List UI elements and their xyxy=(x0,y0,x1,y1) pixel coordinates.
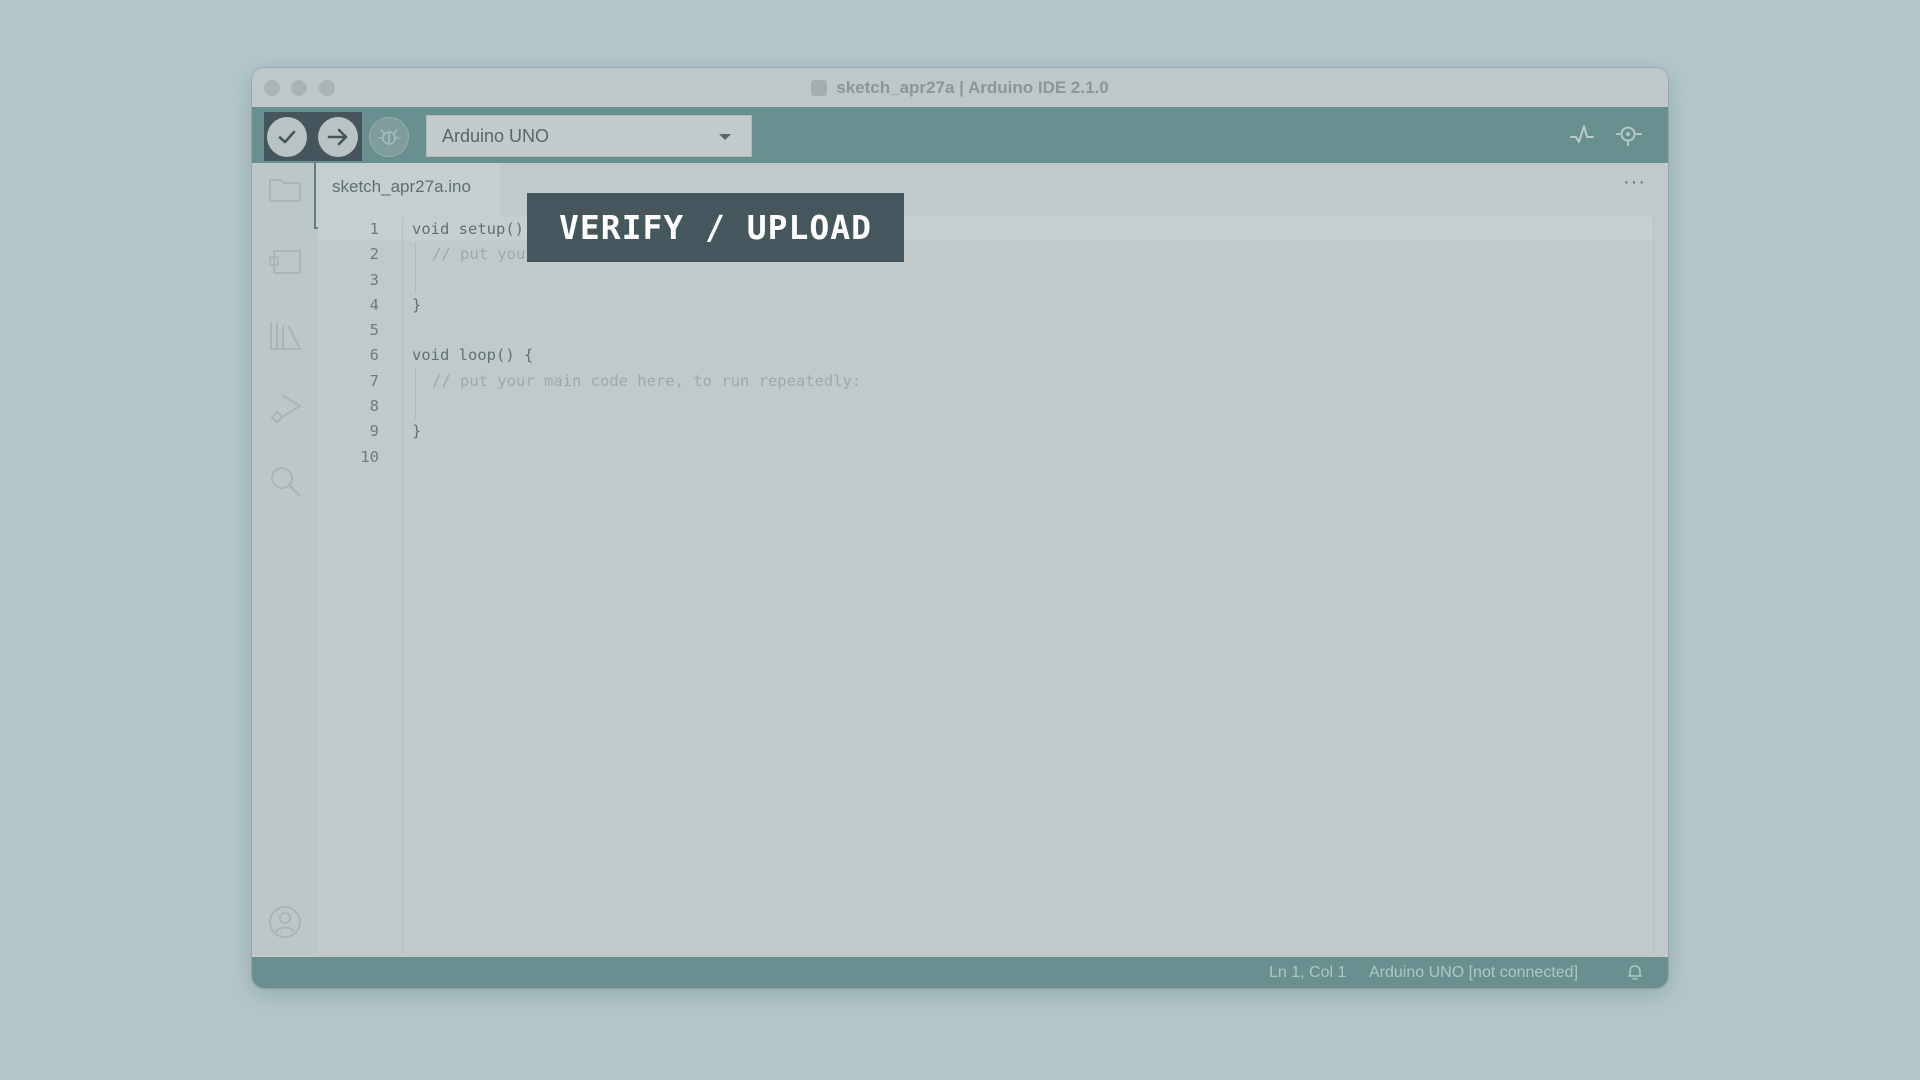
verify-button[interactable] xyxy=(267,117,307,157)
status-bar: Ln 1, Col 1 Arduino UNO [not connected] xyxy=(252,957,1668,988)
arrow-right-icon xyxy=(327,128,348,146)
line-number: 7 xyxy=(369,371,379,390)
cursor-position[interactable]: Ln 1, Col 1 xyxy=(1269,964,1346,982)
serial-monitor-button[interactable] xyxy=(1615,121,1643,149)
code-comment: // put your main code here, to run repea… xyxy=(432,371,862,390)
activity-sidebar xyxy=(252,163,318,955)
serial-monitor-icon xyxy=(1615,126,1643,147)
toolbar: Arduino UNO xyxy=(252,107,1668,163)
editor-tab-bar: sketch_apr27a.ino ··· xyxy=(314,163,1668,229)
serial-plotter-icon xyxy=(1570,125,1594,143)
code-text: } xyxy=(412,422,422,441)
indent-guide xyxy=(415,267,416,293)
code-line: 1 void setup() { xyxy=(318,217,1668,242)
board-icon xyxy=(269,250,301,274)
debug-button[interactable] xyxy=(369,117,409,157)
code-text: } xyxy=(412,295,422,314)
folder-icon xyxy=(269,179,301,202)
window-title-wrap: sketch_apr27a | Arduino IDE 2.1.0 xyxy=(252,68,1668,107)
line-number: 1 xyxy=(369,220,379,238)
sketchbook-button[interactable] xyxy=(268,172,302,206)
code-line: 9 } xyxy=(318,419,1668,444)
code-area[interactable]: 1 void setup() { 2 // put your setup cod… xyxy=(318,217,1668,470)
search-panel-button[interactable] xyxy=(268,464,302,498)
line-number: 2 xyxy=(369,245,379,264)
verify-upload-callout: VERIFY / UPLOAD xyxy=(527,193,904,262)
code-editor[interactable]: sketch_apr27a.ino ··· 1 void setup() { 2… xyxy=(314,163,1668,955)
upload-button[interactable] xyxy=(318,117,358,157)
code-line: 3 xyxy=(318,267,1668,293)
indent-guide xyxy=(415,368,416,395)
notifications-button[interactable] xyxy=(1626,963,1644,986)
code-line: 7 // put your main code here, to run rep… xyxy=(318,368,1668,395)
boards-manager-button[interactable] xyxy=(268,245,302,279)
code-line: 10 xyxy=(318,445,1668,470)
board-selector[interactable]: Arduino UNO xyxy=(426,115,752,157)
library-manager-button[interactable] xyxy=(268,318,302,352)
more-options-icon[interactable]: ··· xyxy=(1623,171,1646,194)
run-debug-icon xyxy=(271,394,301,423)
code-line: 6 void loop() { xyxy=(318,343,1668,368)
debug-icon xyxy=(378,129,400,145)
tab-filename: sketch_apr27a.ino xyxy=(332,177,471,196)
line-number: 10 xyxy=(360,447,379,466)
line-number: 3 xyxy=(369,270,379,289)
serial-plotter-button[interactable] xyxy=(1568,121,1596,149)
checkmark-icon xyxy=(278,130,296,144)
line-number: 5 xyxy=(369,321,379,340)
indent-guide xyxy=(415,394,416,420)
board-status[interactable]: Arduino UNO [not connected] xyxy=(1369,964,1578,982)
line-number: 9 xyxy=(369,422,379,441)
code-line: 4 } xyxy=(318,293,1668,318)
title-bar: sketch_apr27a | Arduino IDE 2.1.0 xyxy=(252,68,1668,108)
code-text: void setup() { xyxy=(412,220,543,238)
code-text: void loop() { xyxy=(412,346,534,365)
arduino-app-icon xyxy=(811,79,828,96)
line-number: 8 xyxy=(369,397,379,416)
library-icon xyxy=(270,322,302,350)
bell-icon xyxy=(1628,965,1642,980)
debug-panel-button[interactable] xyxy=(268,391,302,425)
ide-window: sketch_apr27a | Arduino IDE 2.1.0 Arduin… xyxy=(252,68,1668,988)
code-line: 5 xyxy=(318,318,1668,343)
line-number: 4 xyxy=(369,295,379,314)
board-selector-label: Arduino UNO xyxy=(442,125,550,146)
account-icon xyxy=(269,906,301,938)
line-number: 6 xyxy=(369,346,379,365)
chevron-down-icon xyxy=(719,134,731,140)
account-button[interactable] xyxy=(268,905,302,939)
code-line: 2 // put your setup code here, to run on… xyxy=(318,242,1668,268)
search-icon xyxy=(271,467,301,497)
code-line: 8 xyxy=(318,394,1668,420)
indent-guide xyxy=(415,242,416,268)
window-title: sketch_apr27a | Arduino IDE 2.1.0 xyxy=(836,77,1109,97)
